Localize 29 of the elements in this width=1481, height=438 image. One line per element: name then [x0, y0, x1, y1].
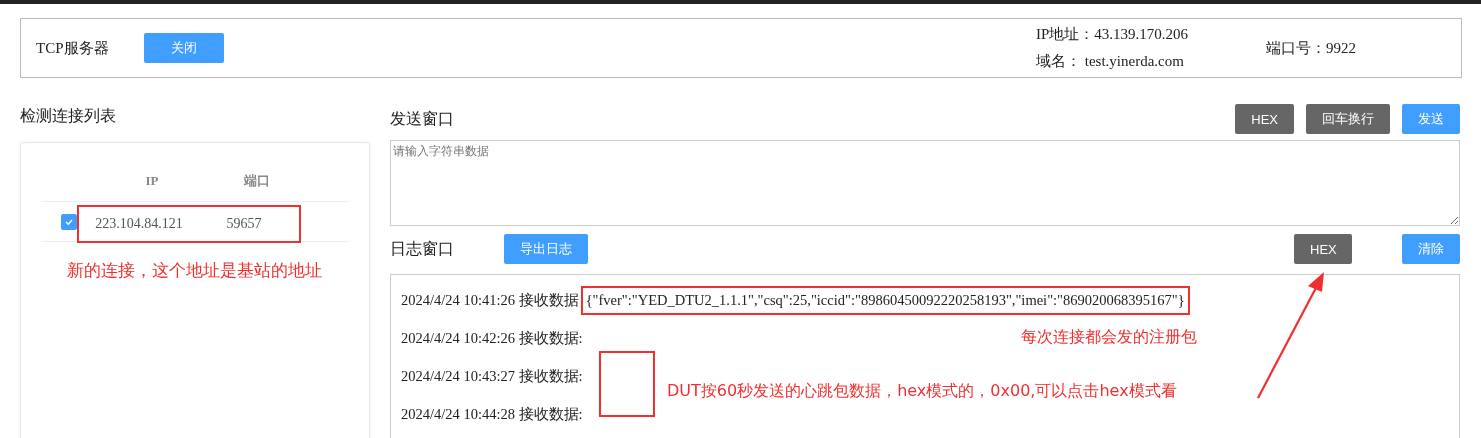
toggle-button[interactable]: HEX: [1235, 104, 1294, 134]
log-message: {"fver":"YED_DTU2_1.1.1","csq":25,"iccid":"89860450092220258193","imei":"869020068395167"}: [580, 285, 1190, 315]
server-label: TCP服务器: [36, 38, 110, 58]
table-cell-text: 59657: [225, 215, 263, 232]
export-log-button[interactable]: 导出日志: [504, 234, 588, 264]
log-entry-text: 2024/4/24 10:42:26 接收数据:: [401, 328, 583, 348]
table-cell-text: 223.104.84.121: [94, 215, 184, 232]
annotation-box: [599, 351, 655, 417]
send-window-title: 发送窗口: [390, 108, 454, 129]
send-input-field[interactable]: 请输入字符串数据: [390, 140, 1460, 226]
clear-button[interactable]: 清除: [1402, 234, 1460, 264]
column-header: 端口: [242, 172, 271, 190]
log-entry-text: 2024/4/24 10:41:26 接收数据: [401, 290, 579, 310]
column-header: IP: [144, 173, 160, 189]
annotation-text: DUT按60秒发送的心跳包数据，hex模式的，0x00,可以点击hex模式看: [667, 381, 1177, 402]
send-button[interactable]: 发送: [1402, 104, 1460, 134]
log-entry-text: 2024/4/24 10:44:28 接收数据:: [401, 404, 583, 424]
annotation-text: 每次连接都会发的注册包: [1021, 327, 1197, 348]
domain-text: 域名： test.yinerda.com: [1036, 52, 1185, 71]
ip-address-text: IP地址：43.139.170.206: [1036, 25, 1190, 44]
close-button[interactable]: 关闭: [144, 33, 224, 63]
connection-list-title: 检测连接列表: [20, 106, 117, 126]
log-window-title: 日志窗口: [390, 238, 454, 259]
toggle-button[interactable]: 回车换行: [1306, 104, 1390, 134]
log-entry-text: 2024/4/24 10:43:27 接收数据:: [401, 366, 583, 386]
annotation-text: 新的连接，这个地址是基站的地址: [67, 259, 323, 282]
row-checkbox[interactable]: [61, 213, 77, 230]
hex-button[interactable]: HEX: [1294, 234, 1352, 264]
port-text: 端口号：9922: [1266, 38, 1357, 58]
